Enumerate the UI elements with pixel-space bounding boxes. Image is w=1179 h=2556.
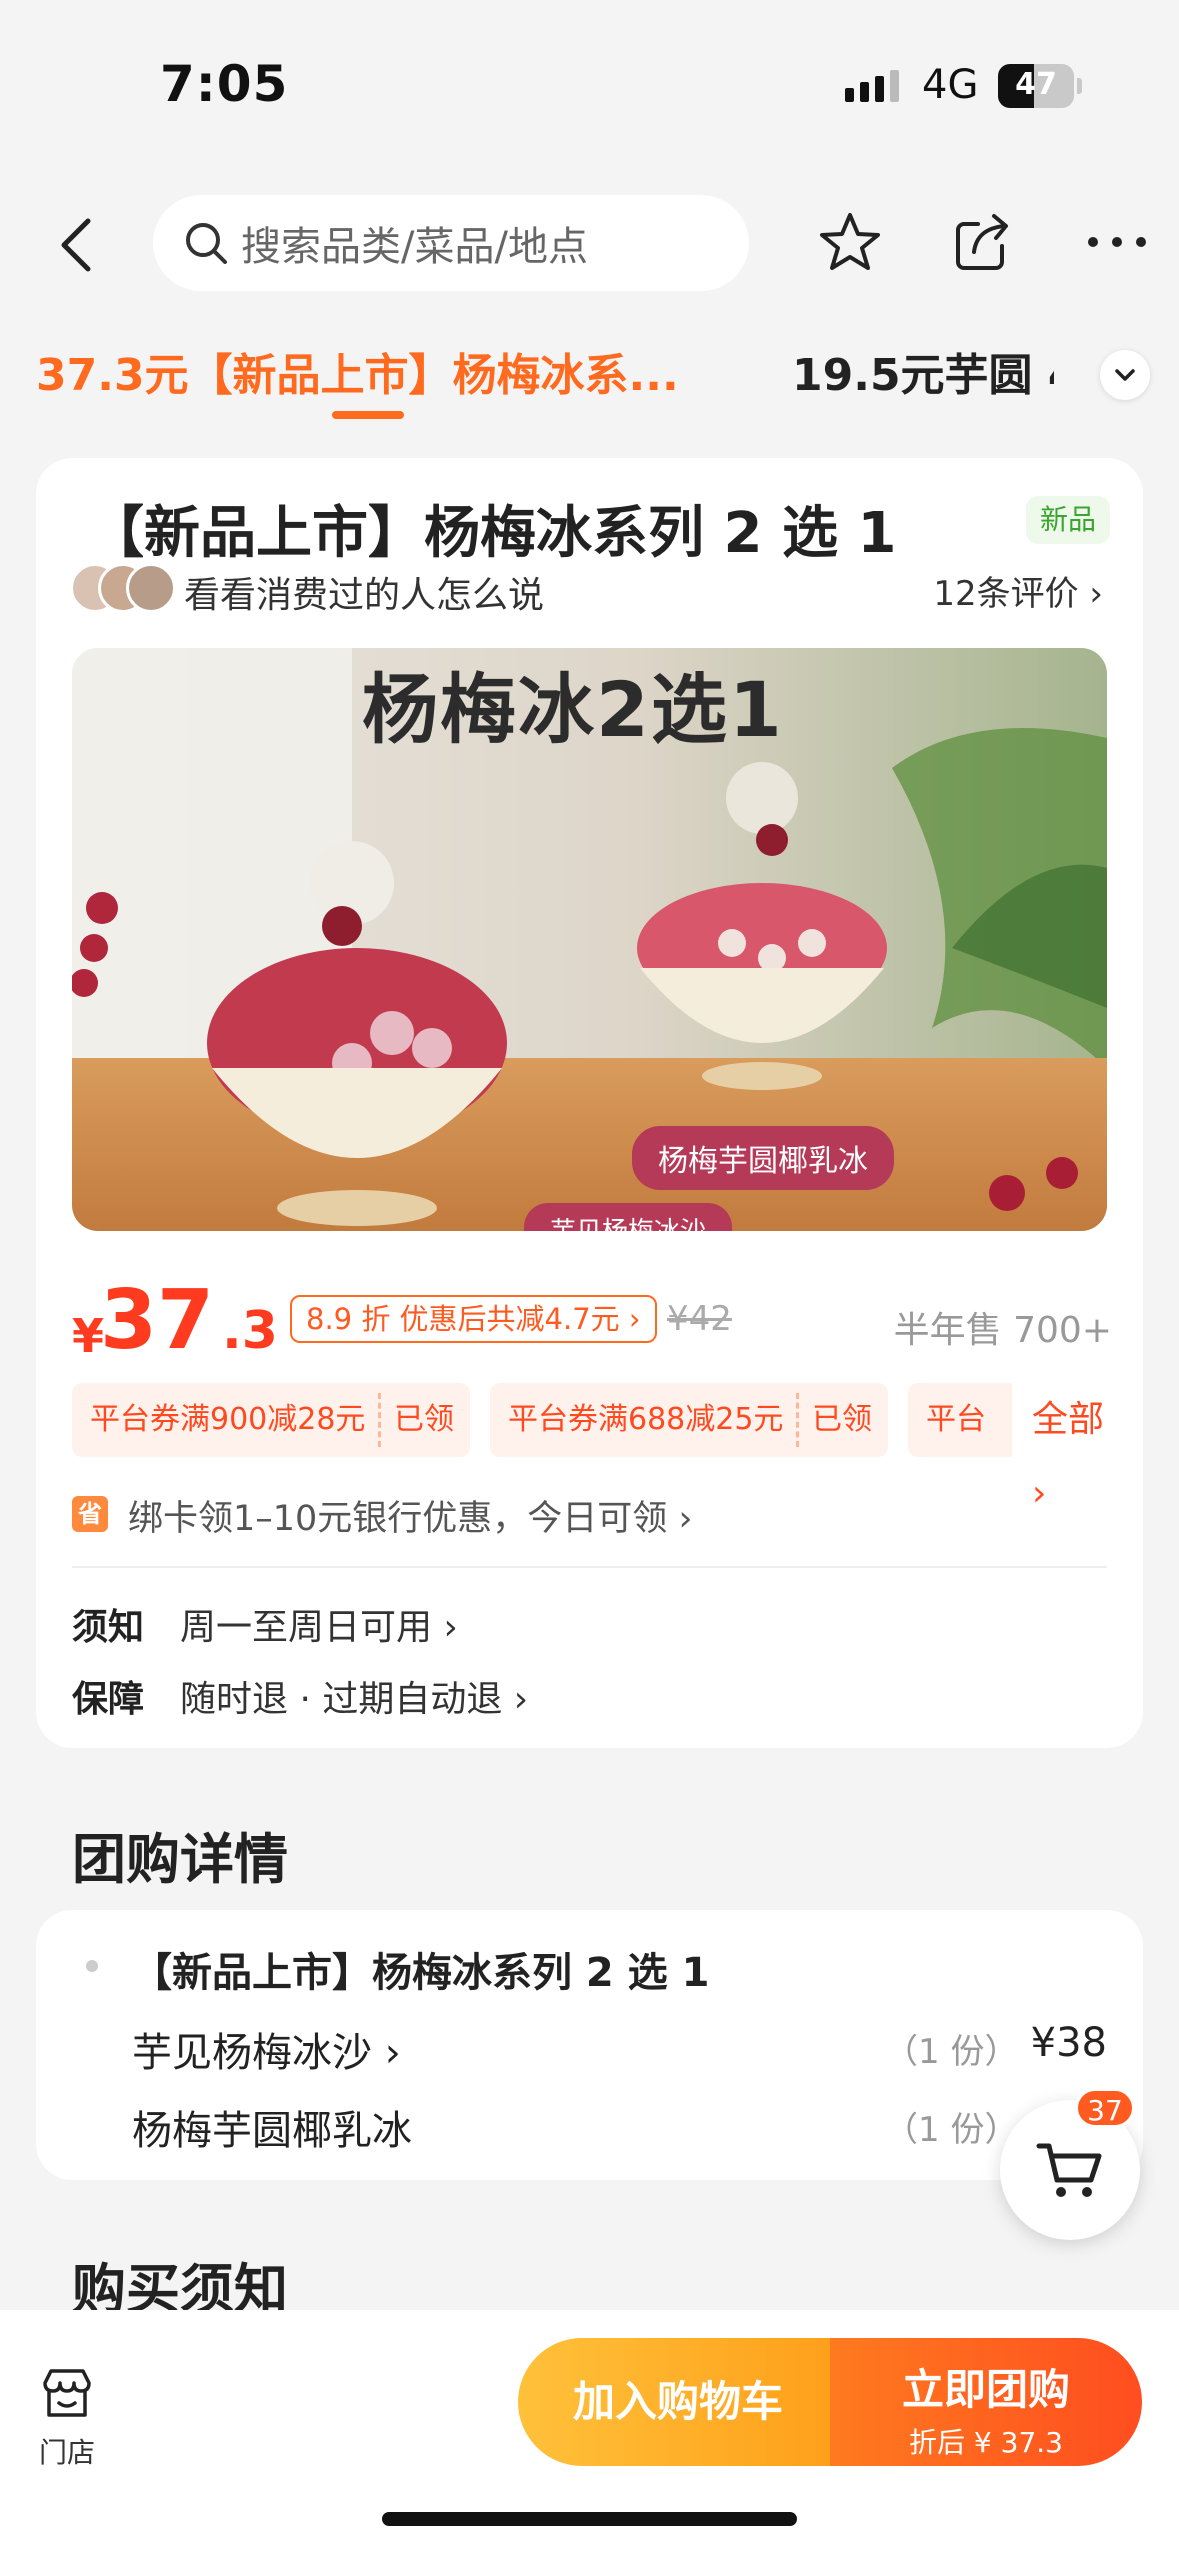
chevron-down-icon[interactable] [1100,350,1150,400]
guarantee-label: 保障 [72,1679,145,1720]
avatar [126,563,176,613]
image-tag-2: 芋见杨梅冰沙 [524,1203,733,1231]
signal-icon [845,70,899,102]
tab-active-product[interactable]: 37.3元【新品上市】杨梅冰系... [36,339,679,403]
review-count: 12条评价 [933,574,1079,614]
product-title: 【新品上市】杨梅冰系列 2 选 1 [88,501,897,566]
coupon-text: 平台券满900减28元 [90,1402,366,1437]
product-image[interactable]: 杨梅冰2选1 杨梅芋圆椰乳冰 芋见杨梅冰沙 [72,648,1107,1231]
group-detail-card: 【新品上市】杨梅冰系列 2 选 1 芋见杨梅冰沙 › （1 份） ¥38 杨梅芋… [36,1910,1143,2180]
bank-offer[interactable]: 省 绑卡领1–10元银行优惠，今日可领 › [72,1488,1112,1548]
coupon-chip[interactable]: 平台 [908,1383,1018,1457]
product-tabs: 37.3元【新品上市】杨梅冰系... 19.5元芋圆 4 [0,335,1179,425]
discount-text: 8.9 折 优惠后共减4.7元 [306,1302,620,1336]
status-time: 7:05 [160,55,289,113]
coupon-status: 已领 [812,1402,872,1437]
coupon-row: 平台券满900减28元 已领 平台券满688减25元 已领 平台 全部 › [72,1383,1122,1514]
chevron-right-icon: › [628,1302,641,1336]
group-detail-heading: 【新品上市】杨梅冰系列 2 选 1 [132,1950,710,1996]
coupon-chip[interactable]: 平台券满900减28元 已领 [72,1383,470,1457]
image-tag: 杨梅芋圆椰乳冰 [632,1126,894,1190]
chevron-right-icon: › [667,1499,693,1539]
product-card: 【新品上市】杨梅冰系列 2 选 1 新品 看看消费过的人怎么说 12条评价 › [36,458,1143,1748]
coupon-divider [796,1393,799,1447]
chevron-right-icon: › [372,2030,401,2076]
coupon-status: 已领 [394,1402,454,1437]
cart-icon [1036,2143,1102,2197]
review-hint[interactable]: 看看消费过的人怎么说 [184,566,544,618]
divider [72,1566,1107,1568]
search-input[interactable]: 搜索品类/菜品/地点 [153,195,749,291]
coupon-chip[interactable]: 平台券满688减25元 已领 [490,1383,888,1457]
price-integer: 37 [100,1273,215,1368]
network-type: 4G [922,62,979,108]
favorite-star-icon[interactable] [818,210,882,274]
coupons-all-label: 全部 [1032,1399,1105,1440]
buy-now-price: 折后 ¥ 37.3 [909,2426,1063,2459]
back-arrow-icon[interactable] [52,215,102,275]
coupon-text: 平台 [926,1402,986,1437]
detail-item-link[interactable]: 芋见杨梅冰沙 › [132,2020,401,2078]
detail-item-price: ¥38 [1030,2020,1107,2066]
status-bar: 7:05 4G 47 [0,0,1179,170]
original-price: ¥42 [667,1299,732,1339]
detail-item-name: 芋见杨梅冰沙 [132,2030,372,2076]
more-icon[interactable] [1085,210,1149,274]
coupons-all-link[interactable]: 全部 › [1012,1383,1122,1514]
battery-icon: 47 [998,64,1074,108]
detail-item-qty: （1 份） [884,2032,1019,2072]
review-count-link[interactable]: 12条评价 › [933,566,1103,615]
search-icon [186,223,227,264]
search-placeholder: 搜索品类/菜品/地点 [241,224,588,270]
bullet-dot [86,1960,98,1972]
store-label: 门店 [38,2436,95,2469]
price-decimal: .3 [222,1301,278,1361]
group-detail-title: 团购详情 [72,1828,288,1891]
detail-item-name: 杨梅芋圆椰乳冰 [132,2108,412,2154]
notice-value: 周一至周日可用 [180,1607,433,1648]
save-icon: 省 [72,1496,108,1532]
tab-active-indicator [332,411,404,419]
buy-now-label: 立即团购 [901,2365,1070,2414]
home-indicator [382,2512,797,2526]
guarantee-value: 随时退 · 过期自动退 [180,1679,503,1720]
price-row: ¥ 37 .3 8.9 折 优惠后共减4.7元 › ¥42 半年售 700+ [72,1273,1112,1368]
image-caption: 杨梅冰2选1 [362,665,784,754]
cart-count-badge: 37 [1075,2088,1135,2128]
share-icon[interactable] [952,210,1016,274]
store-icon [43,2369,91,2417]
notice-label: 须知 [72,1607,145,1648]
sales-count: 半年售 700+ [893,1310,1112,1351]
bank-offer-text: 绑卡领1–10元银行优惠，今日可领 [128,1499,668,1539]
buy-now-button[interactable]: 立即团购 折后 ¥ 37.3 [830,2338,1142,2466]
discount-tag[interactable]: 8.9 折 优惠后共减4.7元 › [290,1295,657,1343]
chevron-right-icon: › [432,1607,458,1648]
coupon-divider [378,1393,381,1447]
store-button[interactable]: 门店 [32,2365,102,2471]
tab-product-2[interactable]: 19.5元芋圆 4 [792,339,1054,403]
chevron-right-icon: › [1089,574,1103,614]
battery-level: 47 [1015,67,1057,102]
detail-item-qty: （1 份） [884,2110,1019,2150]
add-to-cart-button[interactable]: 加入购物车 [518,2338,838,2466]
new-badge: 新品 [1026,496,1111,544]
coupon-text: 平台券满688减25元 [508,1402,784,1437]
reviewer-avatars [70,563,180,615]
chevron-right-icon: › [502,1679,529,1720]
battery-tip [1077,78,1082,94]
